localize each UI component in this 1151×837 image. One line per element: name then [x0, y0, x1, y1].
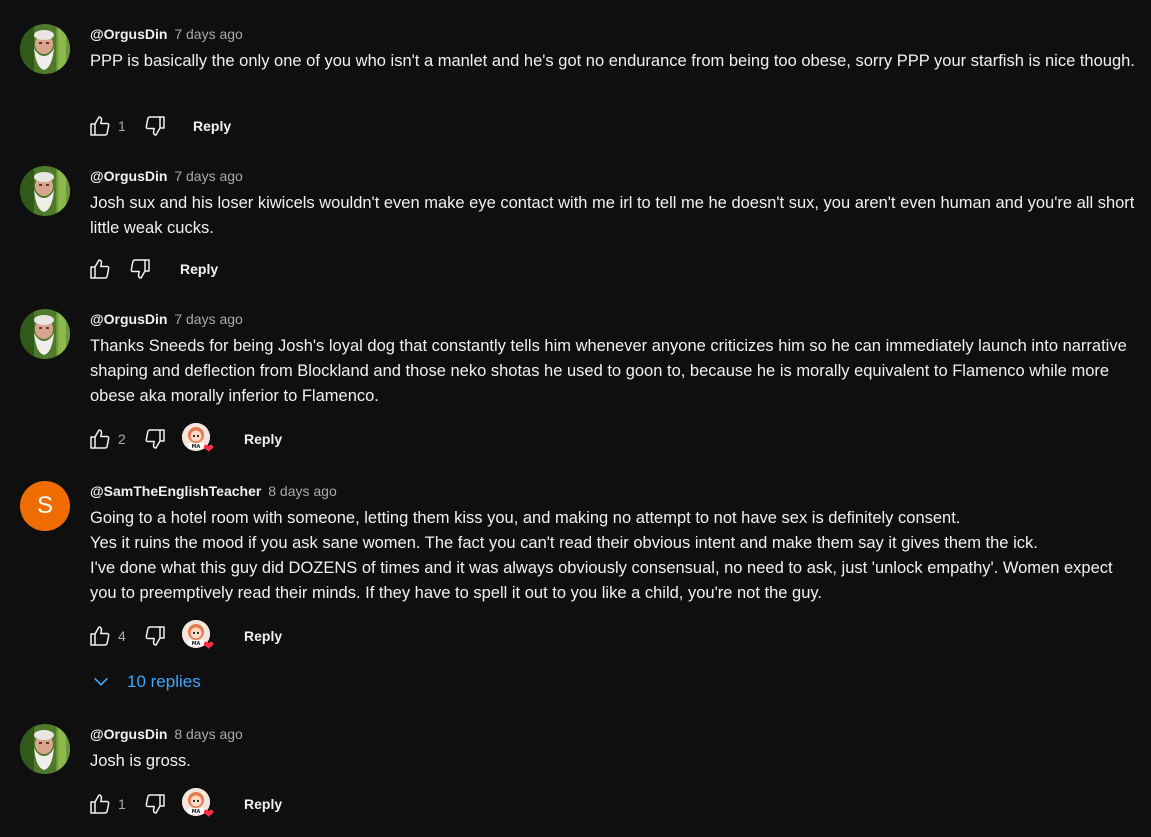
timestamp[interactable]: 7 days ago: [174, 168, 243, 184]
avatar[interactable]: S: [20, 481, 70, 531]
comment-body: @OrgusDin 7 days ago PPP is basically th…: [90, 24, 1140, 74]
timestamp[interactable]: 7 days ago: [174, 26, 243, 42]
comment-body: @OrgusDin 7 days ago Thanks Sneeds for b…: [90, 309, 1140, 409]
view-replies-button[interactable]: 10 replies: [90, 666, 201, 698]
comment-header: @OrgusDin 7 days ago: [90, 24, 1140, 44]
author-name[interactable]: @OrgusDin: [90, 168, 167, 184]
dislike-button[interactable]: [128, 257, 152, 281]
comment-actions: 1 Reply: [88, 109, 247, 143]
like-button[interactable]: [88, 257, 112, 281]
thumbs-down-icon: [143, 427, 167, 451]
comment-header: @OrgusDin 7 days ago: [90, 166, 1140, 186]
like-button[interactable]: [88, 792, 112, 816]
thumbs-down-icon: [143, 114, 167, 138]
reply-button[interactable]: Reply: [177, 109, 247, 143]
thumbs-down-icon: [143, 792, 167, 816]
avatar-letter: S: [36, 492, 53, 519]
author-name[interactable]: @OrgusDin: [90, 311, 167, 327]
creator-heart-icon: ❤: [203, 806, 214, 821]
creator-heart-icon: ❤: [203, 638, 214, 653]
comment-text: Thanks Sneeds for being Josh's loyal dog…: [90, 337, 1127, 405]
dislike-button[interactable]: [143, 624, 167, 648]
avatar[interactable]: [20, 309, 70, 359]
author-name[interactable]: @OrgusDin: [90, 26, 167, 42]
author-name[interactable]: @SamTheEnglishTeacher: [90, 483, 261, 499]
avatar[interactable]: [20, 724, 70, 774]
like-count: 1: [118, 796, 126, 812]
like-count: 4: [118, 628, 126, 644]
comment-text-line: Going to a hotel room with someone, lett…: [90, 509, 961, 527]
comment-body: @SamTheEnglishTeacher 8 days ago Going t…: [90, 481, 1140, 606]
creator-heart-badge: ❤: [182, 788, 214, 820]
replies-count-label: 10 replies: [127, 672, 201, 691]
user-avatar-image: [20, 309, 70, 359]
thumbs-up-icon: [88, 427, 112, 451]
thumbs-up-icon: [88, 792, 112, 816]
timestamp[interactable]: 8 days ago: [174, 726, 243, 742]
reply-button[interactable]: Reply: [228, 619, 298, 653]
thumbs-down-icon: [128, 257, 152, 281]
comment-actions: 4 ❤ Reply: [88, 619, 298, 653]
comment-body: @OrgusDin 8 days ago Josh is gross.: [90, 724, 1140, 774]
reply-button[interactable]: Reply: [164, 252, 234, 286]
timestamp[interactable]: 7 days ago: [174, 311, 243, 327]
comment-header: @OrgusDin 7 days ago: [90, 309, 1140, 329]
comment-text: Josh sux and his loser kiwicels wouldn't…: [90, 194, 1135, 237]
reply-button[interactable]: Reply: [228, 787, 298, 821]
dislike-button[interactable]: [143, 792, 167, 816]
creator-heart-badge: ❤: [182, 620, 214, 652]
like-button[interactable]: [88, 114, 112, 138]
comment-text: Going to a hotel room with someone, lett…: [90, 506, 1140, 606]
user-avatar-image: [20, 724, 70, 774]
dislike-button[interactable]: [143, 427, 167, 451]
like-button[interactable]: [88, 427, 112, 451]
comment-text-line: I've done what this guy did DOZENS of ti…: [90, 559, 1113, 602]
timestamp[interactable]: 8 days ago: [268, 483, 337, 499]
thumbs-up-icon: [88, 257, 112, 281]
reply-button[interactable]: Reply: [228, 422, 298, 456]
like-count: 1: [118, 118, 126, 134]
comment-text: Josh is gross.: [90, 752, 191, 770]
comment-text: PPP is basically the only one of you who…: [90, 52, 1135, 70]
comment-body: @OrgusDin 7 days ago Josh sux and his lo…: [90, 166, 1140, 241]
comment-header: @OrgusDin 8 days ago: [90, 724, 1140, 744]
author-name[interactable]: @OrgusDin: [90, 726, 167, 742]
avatar[interactable]: [20, 24, 70, 74]
avatar[interactable]: [20, 166, 70, 216]
thumbs-down-icon: [143, 624, 167, 648]
like-button[interactable]: [88, 624, 112, 648]
thumbs-up-icon: [88, 114, 112, 138]
chevron-down-icon: [93, 677, 109, 686]
comment-actions: 1 ❤ Reply: [88, 787, 298, 821]
user-avatar-image: [20, 166, 70, 216]
thumbs-up-icon: [88, 624, 112, 648]
creator-heart-icon: ❤: [203, 441, 214, 456]
comment-text-line: Yes it ruins the mood if you ask sane wo…: [90, 534, 1038, 552]
user-avatar-image: [20, 24, 70, 74]
creator-heart-badge: ❤: [182, 423, 214, 455]
dislike-button[interactable]: [143, 114, 167, 138]
like-count: 2: [118, 431, 126, 447]
comment-actions: 2 ❤ Reply: [88, 422, 298, 456]
comment-actions: Reply: [88, 252, 234, 286]
comment-header: @SamTheEnglishTeacher 8 days ago: [90, 481, 1140, 501]
